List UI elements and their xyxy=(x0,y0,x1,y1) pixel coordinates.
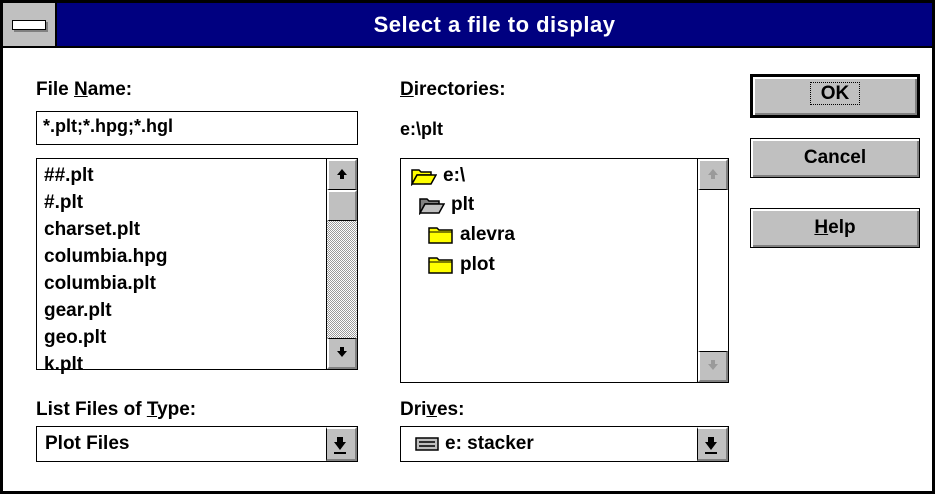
directory-list[interactable]: e:\ plt alevra plot xyxy=(400,158,729,383)
file-type-value: Plot Files xyxy=(45,433,130,454)
dropdown-arrow-icon xyxy=(334,437,346,454)
file-list-item[interactable]: ##.plt xyxy=(44,162,168,189)
file-list-item[interactable]: gear.plt xyxy=(44,297,168,324)
file-list-item[interactable]: #.plt xyxy=(44,189,168,216)
ok-button-label: OK xyxy=(809,82,861,105)
file-type-dropdown-button[interactable] xyxy=(326,427,357,461)
drive-icon xyxy=(415,437,439,451)
file-name-label: File Name: xyxy=(36,79,133,100)
ok-button[interactable]: OK xyxy=(750,74,920,118)
directory-item-alevra[interactable]: alevra xyxy=(428,220,515,250)
file-name-input[interactable]: *.plt;*.hpg;*.hgl xyxy=(36,111,358,145)
arrow-up-icon xyxy=(337,169,347,179)
scrollbar-track xyxy=(698,190,728,351)
directory-item-plt[interactable]: plt xyxy=(419,190,474,220)
drives-label: Drives: xyxy=(400,399,465,420)
file-list-item[interactable]: columbia.plt xyxy=(44,270,168,297)
folder-icon xyxy=(428,227,453,244)
current-directory-path: e:\plt xyxy=(400,119,443,139)
file-open-dialog: Select a file to display File Name: *.pl… xyxy=(0,0,935,494)
help-button[interactable]: Help xyxy=(750,208,920,248)
drives-select[interactable]: e: stacker xyxy=(400,426,729,462)
open-folder-icon xyxy=(419,198,445,215)
open-folder-icon xyxy=(411,169,437,186)
file-list-item[interactable]: geo.plt xyxy=(44,324,168,351)
directory-list-scrollbar[interactable] xyxy=(697,159,728,382)
scroll-up-button[interactable] xyxy=(327,159,357,190)
cancel-button[interactable]: Cancel xyxy=(750,138,920,178)
window-title: Select a file to display xyxy=(373,12,616,37)
system-menu-icon xyxy=(12,20,46,30)
directory-item-plot[interactable]: plot xyxy=(428,250,495,280)
file-list[interactable]: ##.plt #.plt charset.plt columbia.hpg co… xyxy=(36,158,358,375)
directories-label: Directories: xyxy=(400,79,506,100)
file-list-item[interactable]: columbia.hpg xyxy=(44,243,168,270)
system-menu-button[interactable] xyxy=(3,3,57,46)
scroll-down-button[interactable] xyxy=(327,338,357,369)
file-type-label: List Files of Type: xyxy=(36,399,197,420)
arrow-up-icon xyxy=(708,169,718,179)
file-list-scrollbar[interactable] xyxy=(326,159,357,369)
directory-item-root[interactable]: e:\ xyxy=(411,161,465,191)
dropdown-arrow-icon xyxy=(705,437,717,454)
scroll-down-button xyxy=(698,351,728,382)
drives-dropdown-button[interactable] xyxy=(697,427,728,461)
drives-value: e: stacker xyxy=(445,433,534,454)
folder-icon xyxy=(428,257,453,274)
arrow-down-icon xyxy=(337,347,347,357)
scroll-up-button xyxy=(698,159,728,190)
title-bar[interactable]: Select a file to display xyxy=(3,3,932,48)
arrow-down-icon xyxy=(708,360,718,370)
file-type-select[interactable]: Plot Files xyxy=(36,426,358,462)
file-list-item[interactable]: charset.plt xyxy=(44,216,168,243)
file-list-item[interactable]: k.plt xyxy=(44,351,168,378)
scroll-thumb[interactable] xyxy=(327,190,357,221)
